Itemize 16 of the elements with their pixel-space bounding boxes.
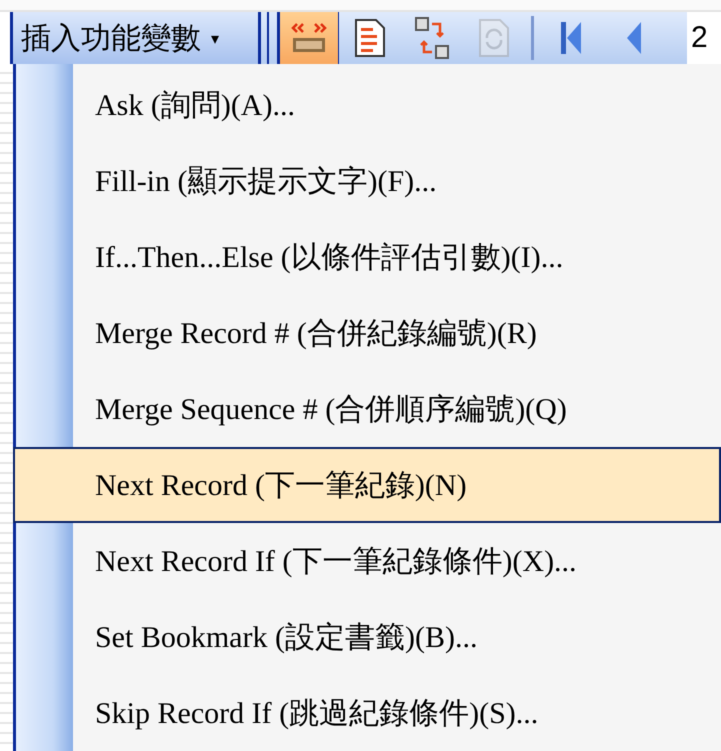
menu-item[interactable]: Next Record If (下一筆紀錄條件)(X)... (13, 523, 721, 599)
menu-item[interactable]: Merge Sequence # (合併順序編號)(Q) (13, 371, 721, 447)
toolbar-button[interactable] (277, 12, 339, 64)
record-number-field[interactable]: 2 (687, 12, 721, 64)
menu-item[interactable]: Next Record (下一筆紀錄)(N) (13, 447, 721, 523)
document-refresh-icon (477, 18, 511, 58)
menu-item[interactable]: Set Bookmark (設定書籤)(B)... (13, 599, 721, 675)
menu-item[interactable]: Fill-in (顯示提示文字)(F)... (13, 143, 721, 219)
menu-item[interactable]: Merge Record # (合併紀錄編號)(R) (13, 295, 721, 371)
insert-field-dropdown[interactable]: 插入功能變數 ▾ (13, 12, 258, 64)
menu-item[interactable]: Skip Record If (跳過紀錄條件)(S)... (13, 675, 721, 751)
document-icon (353, 18, 387, 58)
caret-icon: ▾ (211, 28, 220, 48)
swap-arrows-icon (412, 16, 452, 60)
menu-item[interactable]: If...Then...Else (以條件評估引數)(I)... (13, 219, 721, 295)
menu-item[interactable]: Ask (詢問)(A)... (13, 67, 721, 143)
